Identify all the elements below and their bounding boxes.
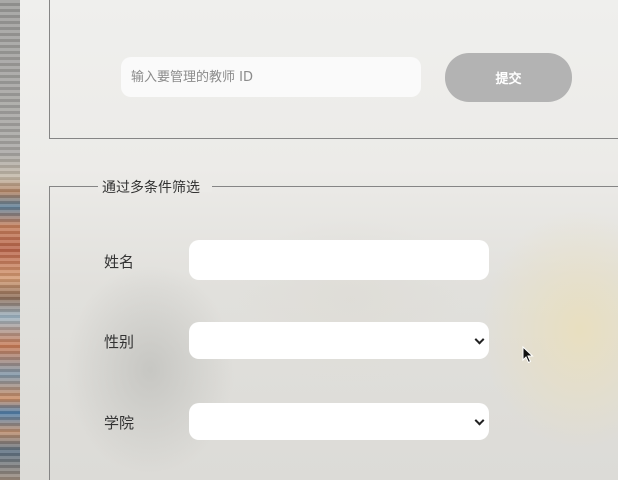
teacher-id-input[interactable] [121, 57, 421, 97]
chevron-down-icon [474, 415, 485, 426]
college-label: 学院 [104, 414, 135, 432]
background-photo-strip [0, 0, 20, 480]
gender-select[interactable] [189, 322, 489, 359]
gender-label: 性别 [104, 333, 135, 351]
submit-button[interactable]: 提交 [445, 53, 572, 102]
filter-legend: 通过多条件筛选 [102, 180, 200, 196]
chevron-down-icon [474, 334, 485, 345]
name-input[interactable] [189, 240, 489, 280]
name-label: 姓名 [104, 253, 135, 271]
mouse-cursor-icon [522, 346, 534, 364]
college-select[interactable] [189, 403, 489, 440]
